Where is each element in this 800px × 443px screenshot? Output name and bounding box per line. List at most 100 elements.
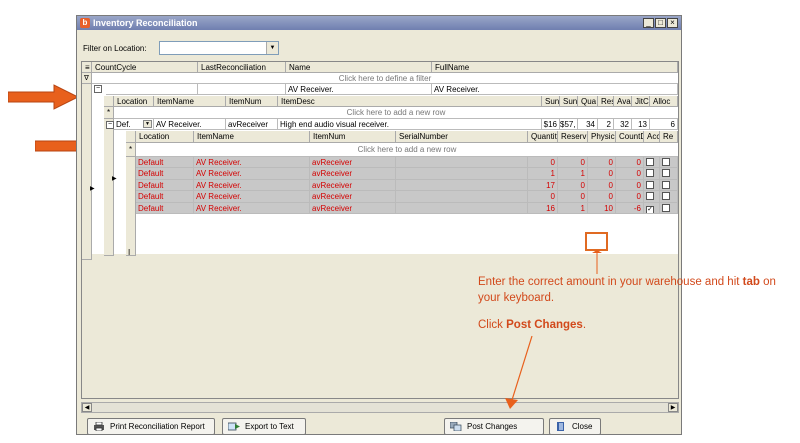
col-header-lastreconciliation[interactable]: LastReconciliation bbox=[198, 62, 286, 73]
serial-itemnum-cell[interactable]: avReceiver bbox=[310, 191, 396, 203]
serial-countd-cell[interactable]: 0 bbox=[616, 179, 644, 192]
serial-location-cell[interactable]: Default bbox=[136, 202, 194, 214]
item-add-new-row[interactable]: Click here to add a new row bbox=[114, 107, 678, 119]
serial-itemnum-cell[interactable]: avReceiver bbox=[310, 157, 396, 169]
scroll-left-icon[interactable]: ◀ bbox=[82, 403, 92, 412]
re-checkbox[interactable] bbox=[662, 158, 670, 166]
item-itemdesc-cell[interactable]: High end audio visual receiver. bbox=[278, 119, 542, 130]
table-row[interactable]: Default AV Receiver. avReceiver 16 1 10 -6 ✓ bbox=[136, 202, 678, 214]
post-changes-button[interactable]: Post Changes bbox=[444, 418, 544, 435]
grid-menu-icon[interactable]: ≡ bbox=[82, 62, 92, 73]
serial-row-selector[interactable] bbox=[126, 157, 136, 256]
accepted-checkbox-cell[interactable] bbox=[644, 191, 660, 203]
item-itemnum-cell[interactable]: avReceiver bbox=[226, 119, 278, 130]
item-alloc-cell[interactable]: 6 bbox=[650, 119, 678, 130]
accepted-checkbox[interactable] bbox=[646, 169, 654, 178]
table-row[interactable]: Default AV Receiver. avReceiver 0 0 0 0 bbox=[136, 157, 678, 169]
item-col-itemnum[interactable]: ItemNum bbox=[226, 96, 278, 107]
serial-number-cell[interactable] bbox=[396, 191, 528, 203]
item-col-res[interactable]: Res bbox=[598, 96, 614, 107]
re-checkbox-cell[interactable] bbox=[660, 157, 678, 169]
serial-col-itemnum[interactable]: ItemNum bbox=[310, 131, 396, 143]
serial-itemname-cell[interactable]: AV Receiver. bbox=[194, 191, 310, 203]
item-col-location[interactable]: Location bbox=[114, 96, 154, 107]
serial-itemnum-cell[interactable]: avReceiver bbox=[310, 168, 396, 180]
serial-quantity-cell[interactable]: 16 bbox=[528, 202, 558, 214]
collapse-icon[interactable]: − bbox=[94, 85, 102, 93]
serial-countd-cell[interactable]: 0 bbox=[616, 168, 644, 180]
item-col-itemname[interactable]: ItemName bbox=[154, 96, 226, 107]
serial-number-cell[interactable] bbox=[396, 168, 528, 180]
item-col-itemdesc[interactable]: ItemDesc bbox=[278, 96, 542, 107]
serial-reserved-cell[interactable]: 0 bbox=[558, 157, 588, 169]
serial-reserved-cell[interactable]: 1 bbox=[558, 202, 588, 214]
row-selector[interactable] bbox=[82, 84, 92, 260]
col-header-fullname[interactable]: FullName bbox=[432, 62, 678, 73]
serial-physical-cell[interactable]: 0 bbox=[588, 191, 616, 203]
print-reconciliation-report-button[interactable]: Print Reconciliation Report bbox=[87, 418, 215, 435]
chevron-down-icon[interactable]: ▼ bbox=[266, 42, 278, 54]
serial-reserved-cell[interactable]: 1 bbox=[558, 168, 588, 180]
item-col-jitc[interactable]: JitC bbox=[632, 96, 650, 107]
re-checkbox-cell[interactable] bbox=[660, 202, 678, 214]
serial-reserved-cell[interactable]: 0 bbox=[558, 179, 588, 192]
serial-itemnum-cell[interactable]: avReceiver bbox=[310, 179, 396, 192]
item-itemname-cell[interactable]: AV Receiver. bbox=[154, 119, 226, 130]
minimize-button[interactable]: _ bbox=[643, 18, 654, 28]
item-location-select[interactable]: Def. ▼ bbox=[114, 119, 154, 130]
maximize-button[interactable]: □ bbox=[655, 18, 666, 28]
re-checkbox[interactable] bbox=[662, 203, 670, 212]
serial-col-serialnumber[interactable]: SerialNumber bbox=[396, 131, 528, 143]
item-sun2-cell[interactable]: $57, bbox=[560, 119, 578, 130]
re-checkbox-cell[interactable] bbox=[660, 191, 678, 203]
name-cell[interactable]: AV Receiver. bbox=[286, 84, 432, 95]
serial-reserved-cell[interactable]: 0 bbox=[558, 191, 588, 203]
accepted-checkbox-cell[interactable]: ✓ bbox=[644, 202, 660, 214]
table-row[interactable]: Default AV Receiver. avReceiver 0 0 0 0 bbox=[136, 191, 678, 203]
item-res-cell[interactable]: 2 bbox=[598, 119, 614, 130]
serial-countd-cell[interactable]: -6 bbox=[616, 202, 644, 214]
serial-col-reserved[interactable]: Reserv bbox=[558, 131, 588, 143]
col-header-name[interactable]: Name bbox=[286, 62, 432, 73]
item-row-selector[interactable] bbox=[104, 119, 114, 256]
serial-itemname-cell[interactable]: AV Receiver. bbox=[194, 157, 310, 169]
serial-location-cell[interactable]: Default bbox=[136, 191, 194, 203]
table-row[interactable]: Default AV Receiver. avReceiver 17 0 0 0 bbox=[136, 179, 678, 192]
serial-quantity-cell[interactable]: 0 bbox=[528, 191, 558, 203]
scroll-right-icon[interactable]: ▶ bbox=[668, 403, 678, 412]
serial-itemname-cell[interactable]: AV Receiver. bbox=[194, 202, 310, 214]
serial-countd-cell[interactable]: 0 bbox=[616, 191, 644, 203]
serial-col-quantity[interactable]: Quantit bbox=[528, 131, 558, 143]
accepted-checkbox-cell[interactable] bbox=[644, 179, 660, 192]
chevron-down-icon[interactable]: ▼ bbox=[143, 120, 152, 128]
accepted-checkbox[interactable] bbox=[646, 180, 654, 189]
item-col-avail[interactable]: Avail bbox=[614, 96, 632, 107]
accepted-checkbox[interactable] bbox=[646, 192, 654, 201]
re-checkbox[interactable] bbox=[662, 192, 670, 201]
serial-location-cell[interactable]: Default bbox=[136, 168, 194, 180]
countcycle-cell[interactable] bbox=[106, 84, 198, 95]
item-sun1-cell[interactable]: $16 bbox=[542, 119, 560, 130]
serial-number-cell[interactable] bbox=[396, 179, 528, 192]
accepted-checkbox[interactable] bbox=[646, 158, 654, 166]
serial-col-physical[interactable]: Physic bbox=[588, 131, 616, 143]
filter-location-select[interactable]: ▼ bbox=[159, 41, 279, 55]
col-header-countcycle[interactable]: CountCycle bbox=[92, 62, 198, 73]
collapse-icon[interactable]: − bbox=[106, 121, 114, 129]
item-collapse-button[interactable]: − bbox=[106, 121, 114, 129]
accepted-checkbox-cell[interactable] bbox=[644, 157, 660, 169]
accepted-checkbox[interactable]: ✓ bbox=[646, 205, 654, 213]
item-col-sun2[interactable]: Sun bbox=[560, 96, 578, 107]
re-checkbox-cell[interactable] bbox=[660, 168, 678, 180]
serial-itemname-cell[interactable]: AV Receiver. bbox=[194, 179, 310, 192]
export-to-text-button[interactable]: Export to Text bbox=[222, 418, 306, 435]
item-col-qua[interactable]: Qua bbox=[578, 96, 598, 107]
serial-col-itemname[interactable]: ItemName bbox=[194, 131, 310, 143]
reconciliation-grid[interactable]: ≡ CountCycle LastReconciliation Name Ful… bbox=[81, 61, 679, 399]
item-avail-cell[interactable]: 32 bbox=[614, 119, 632, 130]
item-col-sun1[interactable]: Sun bbox=[542, 96, 560, 107]
table-row[interactable]: Default AV Receiver. avReceiver 1 1 0 0 bbox=[136, 168, 678, 180]
serial-quantity-cell[interactable]: 17 bbox=[528, 179, 558, 192]
serial-location-cell[interactable]: Default bbox=[136, 179, 194, 192]
serial-add-new-row[interactable]: Click here to add a new row bbox=[136, 143, 678, 157]
